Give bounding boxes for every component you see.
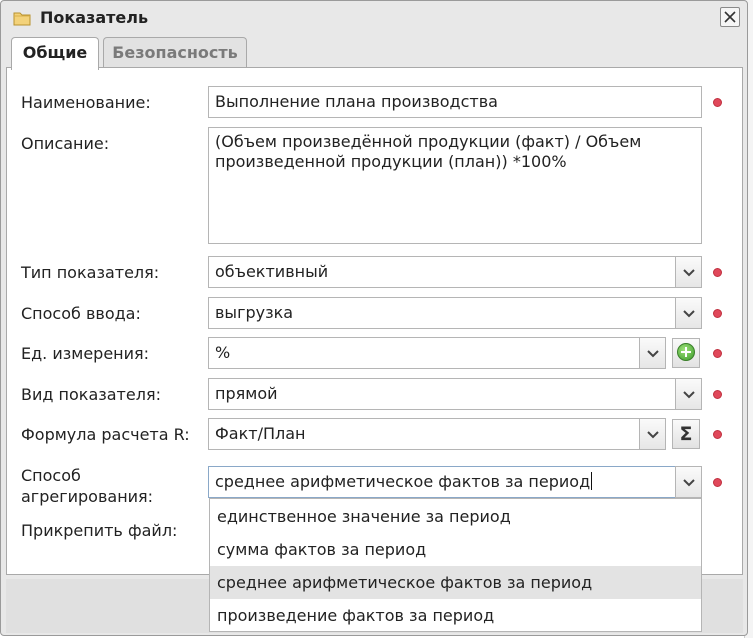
dialog-titlebar[interactable]: Показатель bbox=[1, 1, 747, 35]
aggregation-option[interactable]: единственное значение за период bbox=[210, 500, 701, 533]
description-label: Описание: bbox=[21, 134, 110, 153]
indicator-type-select[interactable]: объективный bbox=[208, 256, 702, 288]
required-marker bbox=[713, 478, 722, 487]
formula-select[interactable]: Факт/План bbox=[208, 418, 666, 450]
name-label: Наименование: bbox=[21, 93, 151, 112]
indicator-kind-dropdown-button[interactable] bbox=[675, 378, 702, 410]
indicator-kind-select[interactable]: прямой bbox=[208, 378, 702, 410]
aggregation-value: среднее арифметическое фактов за период bbox=[215, 472, 593, 491]
attach-file-label: Прикрепить файл: bbox=[21, 521, 178, 540]
required-marker bbox=[713, 430, 722, 439]
indicator-type-label: Тип показателя: bbox=[21, 263, 160, 282]
name-value: Выполнение плана производства bbox=[215, 92, 498, 111]
indicator-kind-label: Вид показателя: bbox=[21, 385, 161, 404]
folder-icon bbox=[13, 10, 31, 26]
required-marker bbox=[713, 309, 722, 318]
text-caret bbox=[591, 472, 593, 490]
input-method-label: Способ ввода: bbox=[21, 304, 141, 323]
indicator-kind-value: прямой bbox=[215, 384, 278, 403]
aggregation-option[interactable]: произведение фактов за период bbox=[210, 599, 701, 632]
required-marker bbox=[713, 268, 722, 277]
indicator-type-value: объективный bbox=[215, 262, 329, 281]
input-method-value: выгрузка bbox=[215, 303, 294, 322]
chevron-down-icon bbox=[647, 350, 659, 358]
indicator-type-dropdown-button[interactable] bbox=[675, 256, 702, 288]
required-marker bbox=[713, 349, 722, 358]
aggregation-select[interactable]: среднее арифметическое фактов за период bbox=[208, 466, 702, 498]
input-method-select[interactable]: выгрузка bbox=[208, 297, 702, 329]
unit-label: Ед. измерения: bbox=[21, 344, 150, 363]
description-value: (Объем произведённой продукции (факт) / … bbox=[215, 132, 642, 171]
description-textarea[interactable]: (Объем произведённой продукции (факт) / … bbox=[208, 127, 702, 244]
add-unit-button[interactable] bbox=[672, 338, 700, 368]
chevron-down-icon bbox=[683, 269, 695, 277]
chevron-down-icon bbox=[683, 310, 695, 318]
aggregation-label-line2: агрегирования: bbox=[21, 487, 154, 506]
aggregation-options-list: единственное значение за период сумма фа… bbox=[209, 498, 702, 632]
aggregation-label-line1: Способ bbox=[21, 466, 81, 485]
input-method-dropdown-button[interactable] bbox=[675, 297, 702, 329]
sigma-icon: Σ bbox=[679, 423, 693, 445]
dialog-title: Показатель bbox=[40, 8, 149, 27]
formula-dropdown-button[interactable] bbox=[639, 418, 666, 450]
unit-value: % bbox=[215, 343, 231, 362]
close-icon bbox=[724, 11, 736, 23]
unit-dropdown-button[interactable] bbox=[639, 337, 666, 369]
close-button[interactable] bbox=[720, 7, 740, 27]
aggregation-dropdown-button[interactable] bbox=[675, 466, 702, 498]
chevron-down-icon bbox=[647, 431, 659, 439]
formula-editor-button[interactable]: Σ bbox=[672, 419, 700, 449]
tab-bar: Общие Безопасность bbox=[1, 35, 747, 70]
required-marker bbox=[713, 390, 722, 399]
chevron-down-icon bbox=[683, 391, 695, 399]
plus-icon bbox=[677, 343, 695, 361]
aggregation-option[interactable]: сумма фактов за период bbox=[210, 533, 701, 566]
tab-general[interactable]: Общие bbox=[11, 37, 99, 70]
tab-security[interactable]: Безопасность bbox=[103, 37, 247, 68]
unit-select[interactable]: % bbox=[208, 337, 666, 369]
aggregation-option-selected[interactable]: среднее арифметическое фактов за период bbox=[210, 566, 701, 599]
formula-value: Факт/План bbox=[215, 424, 306, 443]
name-input[interactable]: Выполнение плана производства bbox=[208, 86, 702, 118]
chevron-down-icon bbox=[683, 479, 695, 487]
formula-label: Формула расчета R: bbox=[21, 425, 190, 444]
required-marker bbox=[713, 98, 722, 107]
